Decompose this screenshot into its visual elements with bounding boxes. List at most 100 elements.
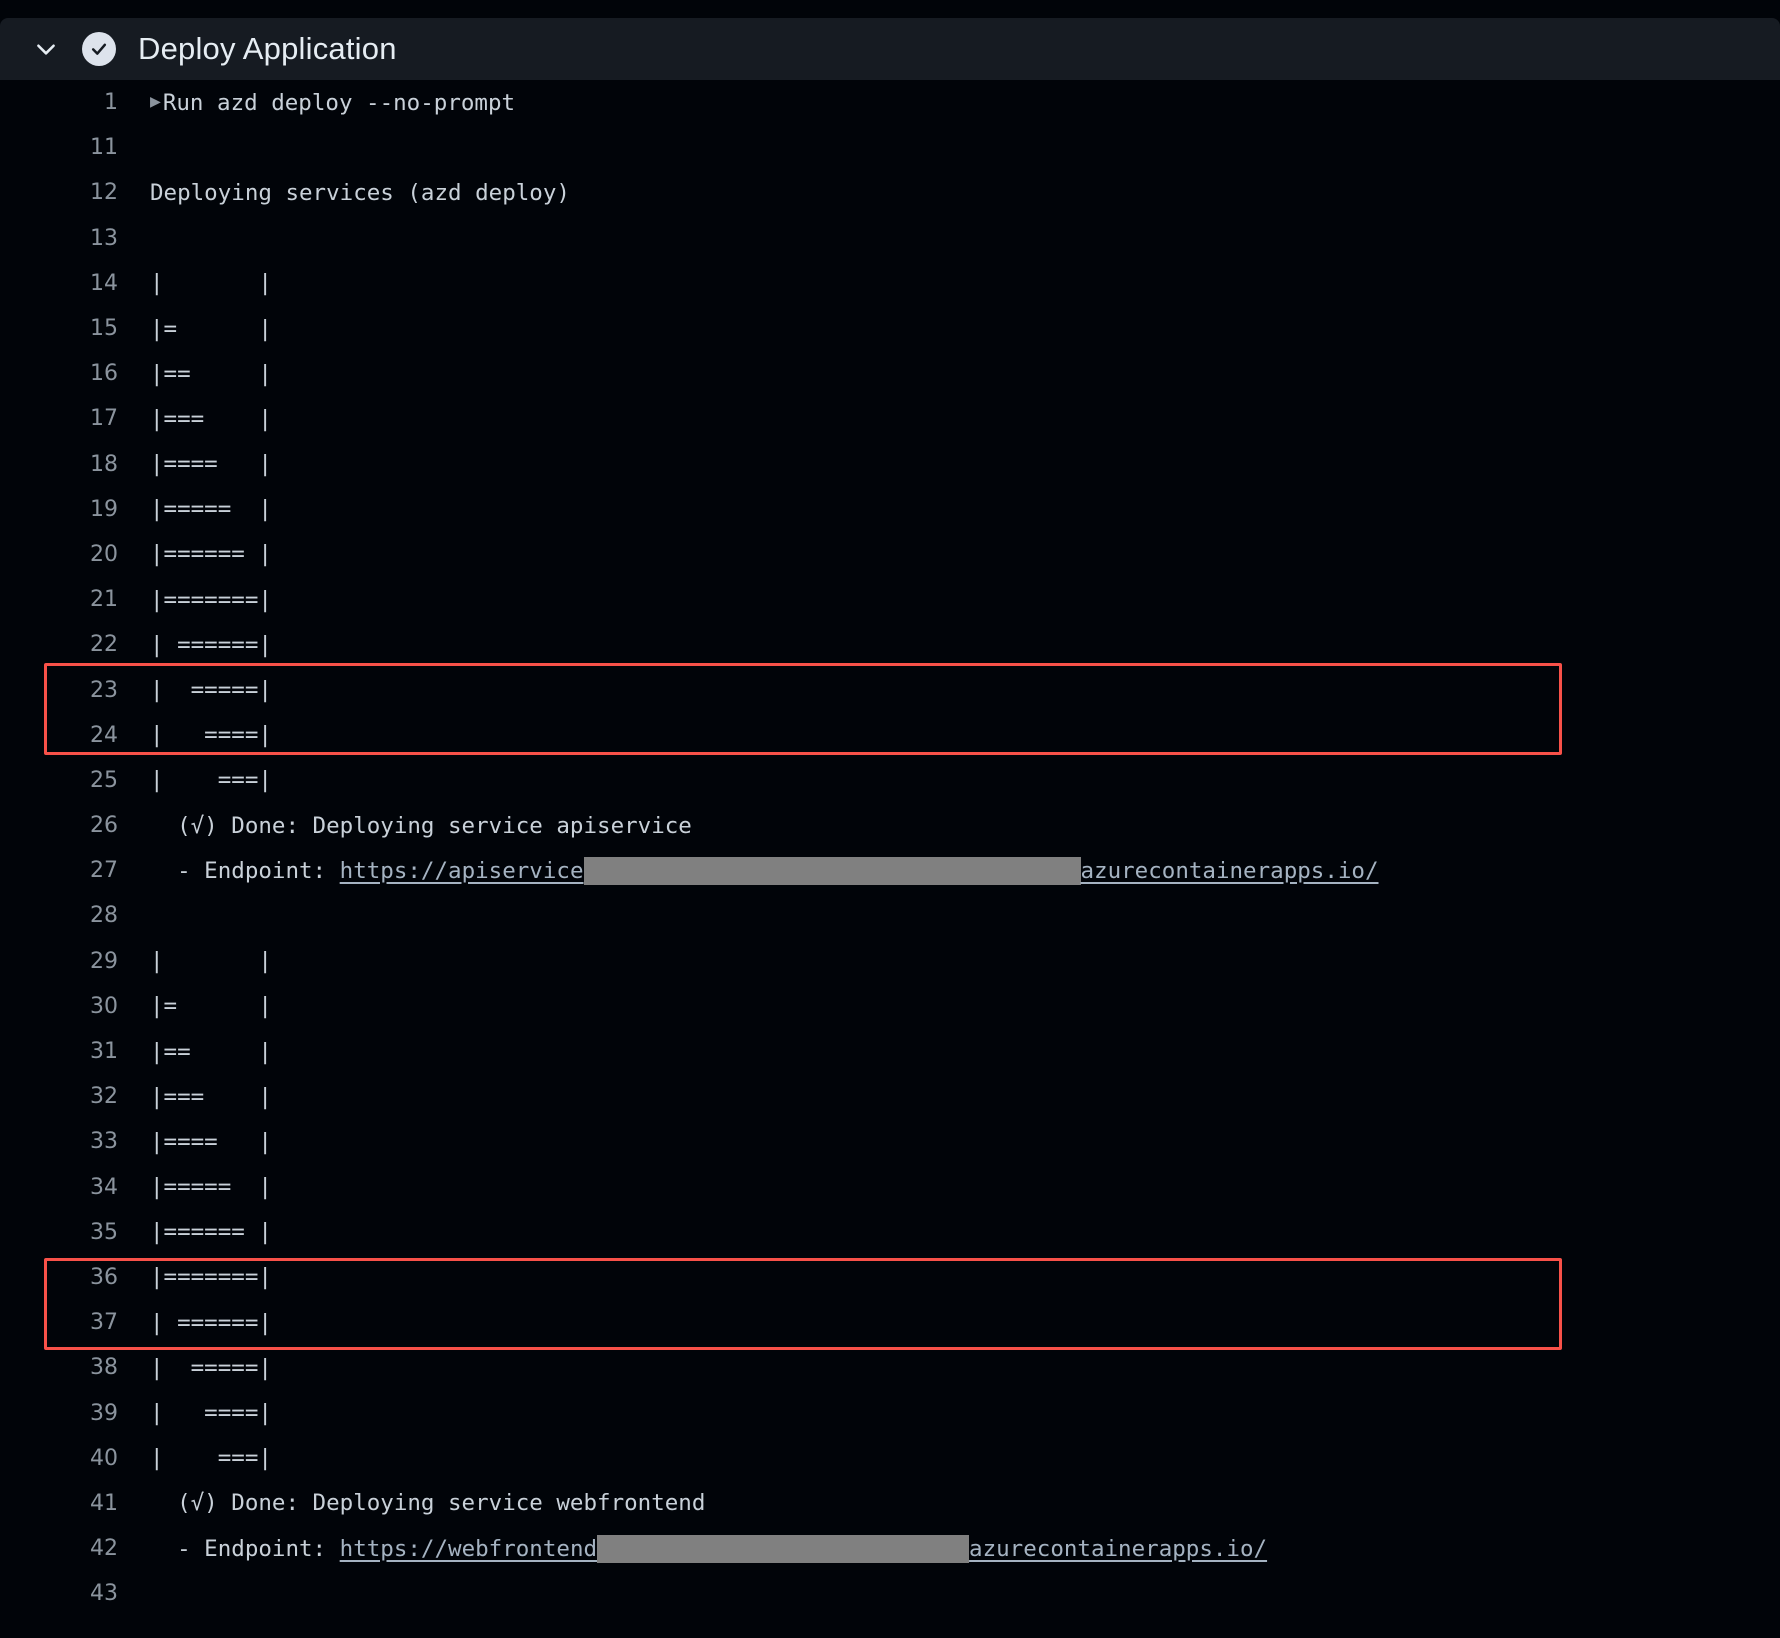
- log-line-content: | ======|: [150, 1310, 272, 1336]
- endpoint-label: - Endpoint:: [150, 1535, 340, 1562]
- log-text: | |: [150, 948, 272, 975]
- log-line-content: | ====|: [150, 722, 272, 748]
- log-text: |===== |: [150, 1174, 272, 1201]
- endpoint-link-suffix[interactable]: azurecontainerapps.io/: [969, 1536, 1267, 1562]
- log-line: 29 | |: [0, 939, 1780, 984]
- line-number: 20: [90, 541, 118, 567]
- step-header[interactable]: Deploy Application: [0, 18, 1780, 80]
- line-number: 25: [90, 767, 118, 793]
- log-line: 28: [0, 893, 1780, 938]
- log-text: |=== |: [150, 405, 272, 432]
- log-text: | ===|: [150, 767, 272, 794]
- log-line: 30 |= |: [0, 984, 1780, 1029]
- line-number: 26: [90, 813, 118, 839]
- line-number: 23: [90, 677, 118, 703]
- line-number: 1: [104, 90, 118, 116]
- line-number: 35: [90, 1219, 118, 1245]
- log-text: |===== |: [150, 496, 272, 523]
- line-number: 12: [90, 180, 118, 206]
- log-text: |== |: [150, 1038, 272, 1065]
- log-line-content: |=== |: [150, 1084, 272, 1110]
- line-number: 24: [90, 722, 118, 748]
- log-text: |====== |: [150, 541, 272, 568]
- log-line: 19 |===== |: [0, 487, 1780, 532]
- line-number: 32: [90, 1084, 118, 1110]
- log-text: |==== |: [150, 1128, 272, 1155]
- endpoint-label: - Endpoint:: [150, 857, 340, 884]
- line-number: 36: [90, 1264, 118, 1290]
- log-line: 41 (√) Done: Deploying service webfronte…: [0, 1481, 1780, 1526]
- line-number: 16: [90, 361, 118, 387]
- endpoint-link-prefix[interactable]: https://apiservice: [340, 858, 584, 884]
- log-line: 25 | ===|: [0, 758, 1780, 803]
- endpoint-link-prefix[interactable]: https://webfrontend: [340, 1536, 597, 1562]
- line-number: 13: [90, 225, 118, 251]
- log-line-content: |====== |: [150, 541, 272, 567]
- log-line: 1 ▶ Run azd deploy --no-prompt: [0, 80, 1780, 125]
- log-line: 21 |=======|: [0, 577, 1780, 622]
- redacted-block: [597, 1534, 970, 1563]
- log-output[interactable]: 1 ▶ Run azd deploy --no-prompt 11 12 Deployin…: [0, 80, 1780, 1638]
- log-line: 35 |====== |: [0, 1210, 1780, 1255]
- log-line-content: |=======|: [150, 1264, 272, 1290]
- log-line-content: | =====|: [150, 1355, 272, 1381]
- log-line: 38 | =====|: [0, 1345, 1780, 1390]
- chevron-down-icon[interactable]: [26, 29, 66, 69]
- log-line: 20 |====== |: [0, 532, 1780, 577]
- line-number: 31: [90, 1039, 118, 1065]
- log-text: Run azd deploy --no-prompt: [162, 89, 516, 116]
- log-text: |==== |: [150, 451, 272, 478]
- log-line-content: | ====|: [150, 1400, 272, 1426]
- log-line: 39 | ====|: [0, 1390, 1780, 1435]
- log-line: 17 |=== |: [0, 396, 1780, 441]
- line-number: 30: [90, 993, 118, 1019]
- log-line: 32 |=== |: [0, 1074, 1780, 1119]
- log-line: 43: [0, 1571, 1780, 1616]
- log-text: | =====|: [150, 677, 272, 704]
- log-line-content: (√) Done: Deploying service webfrontend: [150, 1490, 705, 1516]
- log-line-content: |== |: [150, 361, 272, 387]
- line-number: 37: [90, 1310, 118, 1336]
- line-number: 19: [90, 496, 118, 522]
- line-number: 11: [90, 135, 118, 161]
- log-line-content: | |: [150, 948, 272, 974]
- log-line: 42 - Endpoint: https://webfrontend azurec…: [0, 1526, 1780, 1571]
- log-text: | ======|: [150, 631, 272, 658]
- log-text: | =====|: [150, 1354, 272, 1381]
- line-number: 18: [90, 451, 118, 477]
- page-title: Deploy Application: [138, 31, 397, 66]
- line-number: 42: [90, 1536, 118, 1562]
- log-text: |= |: [150, 993, 272, 1020]
- log-line: 37 | ======|: [0, 1300, 1780, 1345]
- line-number: 17: [90, 406, 118, 432]
- log-line: 27 - Endpoint: https://apiservice azureco…: [0, 848, 1780, 893]
- line-number: 29: [90, 948, 118, 974]
- log-line-content: | ===|: [150, 1445, 272, 1471]
- log-line: 24 | ====|: [0, 713, 1780, 758]
- expand-caret-icon[interactable]: ▶: [150, 91, 161, 112]
- log-line: 40 | ===|: [0, 1436, 1780, 1481]
- log-line: 36 |=======|: [0, 1255, 1780, 1300]
- log-line-content: ▶ Run azd deploy --no-prompt: [150, 90, 515, 116]
- log-line: 26 (√) Done: Deploying service apiservic…: [0, 803, 1780, 848]
- log-text: | ====|: [150, 1400, 272, 1427]
- log-text: (√) Done: Deploying service apiservice: [150, 812, 692, 839]
- log-line: 18 |==== |: [0, 442, 1780, 487]
- line-number: 14: [90, 270, 118, 296]
- log-line: 16 |== |: [0, 351, 1780, 396]
- log-line: 11: [0, 125, 1780, 170]
- log-text: |== |: [150, 360, 272, 387]
- log-line: 15 |= |: [0, 306, 1780, 351]
- log-text: |=======|: [150, 586, 272, 613]
- log-line-content: |= |: [150, 316, 272, 342]
- log-line-content: - Endpoint: https://webfrontend azurecont…: [150, 1534, 1267, 1563]
- log-line-content: |===== |: [150, 1174, 272, 1200]
- log-line: 31 |== |: [0, 1029, 1780, 1074]
- line-number: 34: [90, 1174, 118, 1200]
- endpoint-link-suffix[interactable]: azurecontainerapps.io/: [1081, 858, 1379, 884]
- log-text: |====== |: [150, 1219, 272, 1246]
- line-number: 22: [90, 632, 118, 658]
- log-text: | ======|: [150, 1309, 272, 1336]
- line-number: 21: [90, 587, 118, 613]
- log-text: |=== |: [150, 1083, 272, 1110]
